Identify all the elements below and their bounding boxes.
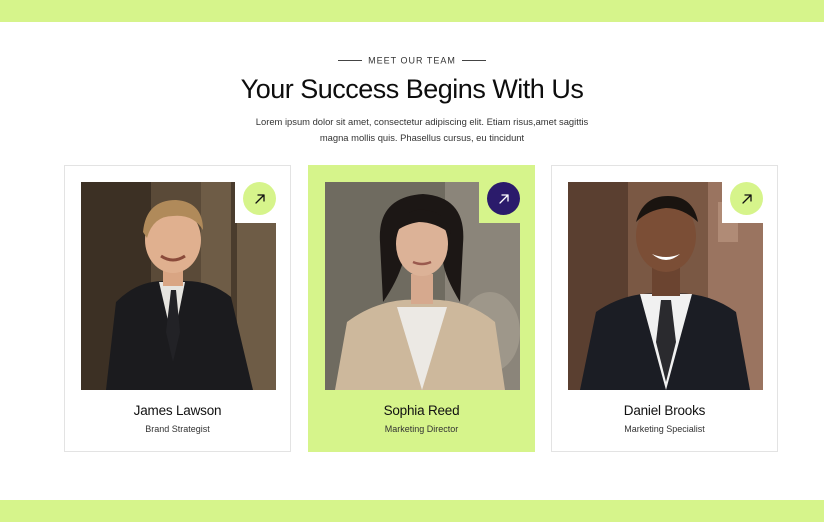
eyebrow-label: MEET OUR TEAM: [368, 55, 456, 66]
team-member-role: Brand Strategist: [145, 424, 210, 434]
top-accent-band: [0, 0, 824, 22]
photo-notch: [722, 182, 763, 223]
team-photo: [568, 182, 763, 390]
eyebrow-line-left: [338, 60, 363, 62]
team-card-james-lawson[interactable]: James Lawson Brand Strategist: [64, 165, 291, 452]
section-description: Lorem ipsum dolor sit amet, consectetur …: [255, 116, 589, 143]
section-eyebrow: MEET OUR TEAM: [0, 55, 824, 66]
profile-link-button[interactable]: [487, 182, 520, 215]
team-member-name: James Lawson: [133, 403, 222, 418]
photo-notch: [235, 182, 276, 223]
photo-notch: [479, 182, 520, 223]
bottom-accent-band: [0, 500, 824, 522]
team-photo: [81, 182, 276, 390]
team-member-name: Sophia Reed: [383, 403, 460, 418]
team-card-daniel-brooks[interactable]: Daniel Brooks Marketing Specialist: [551, 165, 778, 452]
team-card-sophia-reed[interactable]: Sophia Reed Marketing Director: [308, 165, 535, 452]
profile-link-button[interactable]: [730, 182, 763, 215]
team-member-role: Marketing Specialist: [624, 424, 705, 434]
team-photo: [325, 182, 520, 390]
team-member-name: Daniel Brooks: [623, 403, 706, 418]
arrow-up-right-icon: [741, 193, 752, 204]
eyebrow-line-right: [461, 60, 486, 62]
arrow-up-right-icon: [498, 193, 509, 204]
profile-link-button[interactable]: [243, 182, 276, 215]
arrow-up-right-icon: [254, 193, 265, 204]
team-member-role: Marketing Director: [384, 424, 459, 434]
section-title: Your Success Begins With Us: [240, 74, 584, 104]
